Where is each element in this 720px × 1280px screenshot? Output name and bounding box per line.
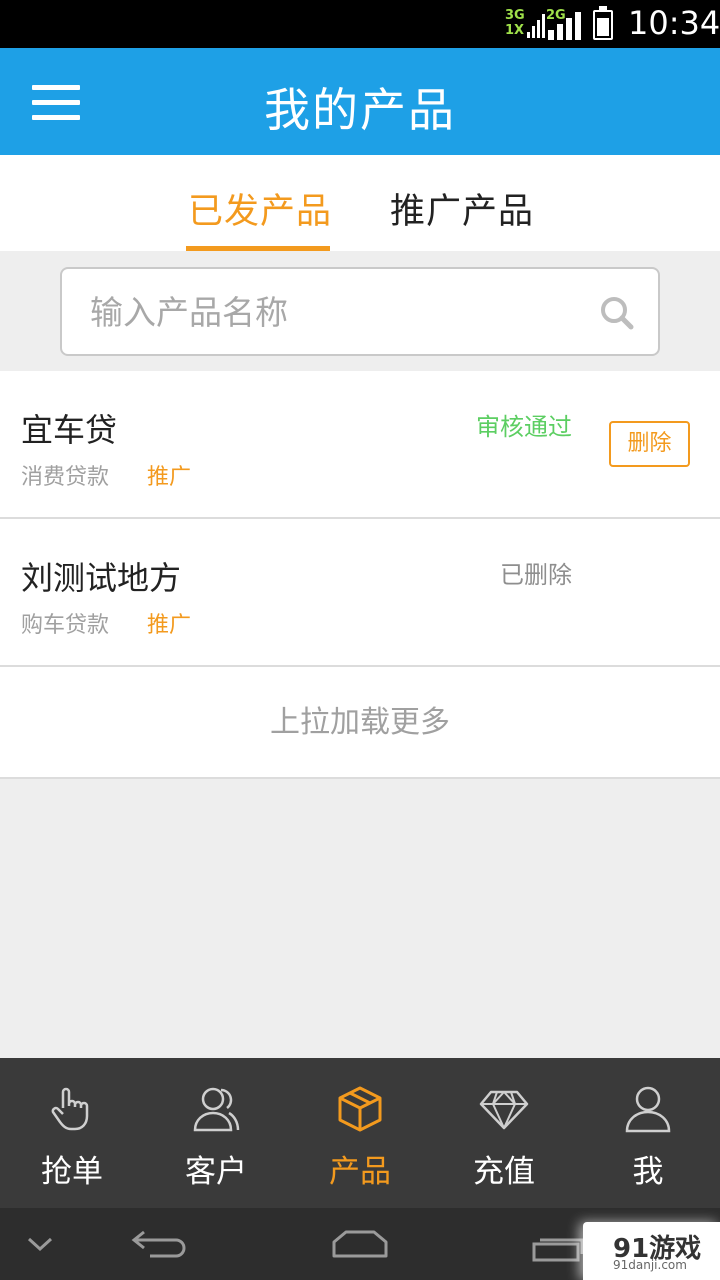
product-list: 宜车贷 消费贷款 推广 审核通过 删除 刘测试地方 购车贷款 推广 已删除 上拉…	[0, 371, 720, 779]
nav-item-me[interactable]: 我	[576, 1058, 720, 1208]
status-clock: 10:34	[628, 4, 720, 42]
nav-label: 我	[632, 1154, 664, 1190]
search-input[interactable]	[90, 287, 570, 337]
users-icon	[193, 1087, 240, 1132]
app-header: 我的产品	[0, 48, 720, 155]
product-name: 宜车贷	[21, 411, 118, 449]
back-icon[interactable]	[130, 1226, 190, 1262]
status-badge: 已删除	[500, 561, 572, 589]
product-category: 消费贷款	[21, 465, 110, 490]
chevron-down-icon[interactable]	[26, 1234, 54, 1254]
watermark-url: 91danji.com	[613, 1258, 687, 1272]
nav-label: 产品	[329, 1154, 391, 1190]
bottom-nav: 抢单 客户 产品 充值 我	[0, 1058, 720, 1208]
nav-item-recharge[interactable]: 充值	[432, 1058, 576, 1208]
product-tabs: 已发产品 推广产品	[0, 155, 720, 251]
page-title: 我的产品	[264, 83, 456, 137]
watermark-logo: 91游戏 91danji.com	[583, 1222, 720, 1280]
promote-link[interactable]: 推广	[147, 607, 191, 639]
recent-apps-icon[interactable]	[530, 1234, 586, 1264]
search-area	[0, 251, 720, 371]
signal-strength-icon	[527, 14, 545, 38]
status-bar: 3G 1X 2G 10:34	[0, 0, 720, 48]
product-category: 购车贷款	[21, 613, 110, 638]
signal-strength-2-icon	[548, 12, 581, 40]
home-icon[interactable]	[330, 1228, 390, 1260]
nav-item-products[interactable]: 产品	[288, 1058, 432, 1208]
box-icon	[338, 1086, 382, 1132]
nav-label: 充值	[473, 1154, 535, 1190]
user-icon	[625, 1086, 671, 1133]
nav-label: 抢单	[41, 1154, 103, 1190]
search-box	[60, 267, 660, 356]
load-more-hint[interactable]: 上拉加载更多	[0, 667, 720, 779]
delete-button[interactable]: 删除	[609, 421, 690, 467]
list-item[interactable]: 刘测试地方 购车贷款 推广 已删除	[0, 519, 720, 667]
nav-item-grab-order[interactable]: 抢单	[0, 1058, 144, 1208]
status-badge: 审核通过	[476, 413, 572, 441]
tab-promoted-products[interactable]: 推广产品	[390, 183, 534, 234]
search-icon[interactable]	[597, 293, 637, 333]
battery-icon	[593, 6, 613, 40]
hand-pointer-icon	[51, 1087, 89, 1131]
tab-published-products[interactable]: 已发产品	[188, 183, 332, 234]
diamond-icon	[479, 1090, 529, 1130]
nav-label: 客户	[185, 1154, 247, 1190]
promote-link[interactable]: 推广	[147, 459, 191, 491]
nav-item-customers[interactable]: 客户	[144, 1058, 288, 1208]
list-item[interactable]: 宜车贷 消费贷款 推广 审核通过 删除	[0, 371, 720, 519]
product-name: 刘测试地方	[21, 559, 182, 597]
